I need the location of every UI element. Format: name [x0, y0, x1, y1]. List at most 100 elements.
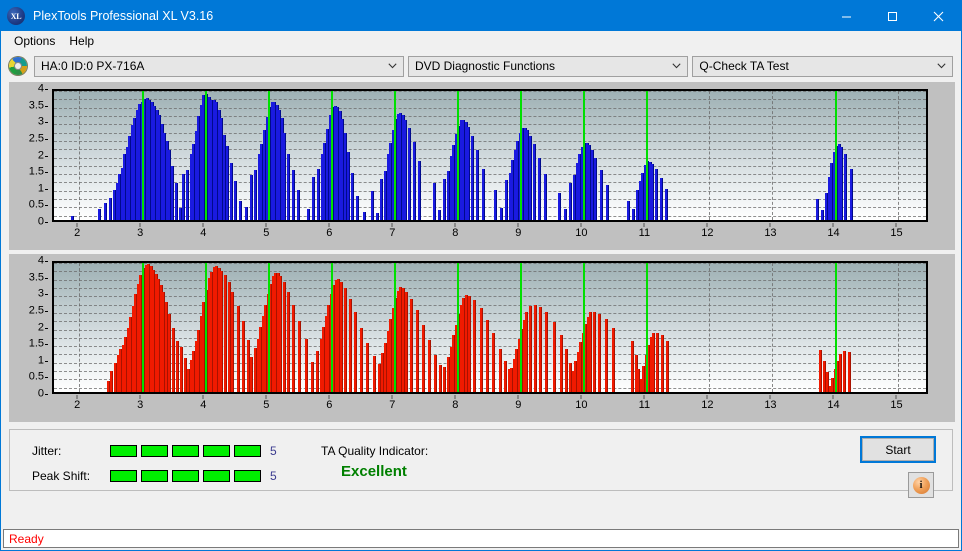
- meter-block: [141, 445, 168, 457]
- maximize-button[interactable]: [869, 1, 915, 31]
- gridline-horizontal: [54, 346, 926, 347]
- marker-line: [142, 263, 144, 392]
- gridline-vertical: [772, 91, 773, 220]
- gridline-vertical: [898, 263, 899, 392]
- gridline-horizontal: [54, 99, 926, 100]
- x-axis-tick-label: 6: [326, 227, 332, 239]
- x-axis-tick: [329, 395, 330, 399]
- chart-bar: [360, 328, 363, 392]
- y-axis-tick: [45, 394, 48, 395]
- x-axis-tick-label: 6: [326, 399, 332, 411]
- gridline-vertical: [709, 91, 710, 220]
- menu-bar: Options Help: [1, 31, 961, 52]
- y-axis-tick-label: 2: [38, 150, 44, 161]
- meter-block: [110, 470, 137, 482]
- chart-bar: [356, 196, 359, 220]
- chart-bar: [287, 154, 290, 221]
- chart-bar: [848, 352, 851, 392]
- marker-line: [583, 91, 585, 220]
- gridline-horizontal: [54, 141, 926, 142]
- x-axis-tick-label: 7: [389, 399, 395, 411]
- marker-line: [268, 263, 270, 392]
- chart-bar: [223, 135, 226, 220]
- drive-select[interactable]: HA:0 ID:0 PX-716A: [34, 56, 404, 77]
- chart-bar: [661, 335, 664, 392]
- chart-bar: [71, 216, 74, 220]
- x-axis-tick-label: 3: [137, 227, 143, 239]
- x-axis-tick: [455, 223, 456, 227]
- optical-disc-icon: [9, 57, 27, 75]
- chart-bar: [594, 158, 597, 220]
- start-button[interactable]: Start: [862, 438, 934, 461]
- test-select-value: Q-Check TA Test: [699, 59, 933, 73]
- chart-bar: [544, 174, 547, 220]
- chart-bar: [428, 340, 431, 392]
- y-axis-tick-label: 0: [38, 389, 44, 400]
- x-axis-tick-label: 11: [639, 227, 650, 239]
- chevron-down-icon: [384, 57, 401, 76]
- chart-bar: [467, 127, 470, 220]
- x-axis-bottom: 23456789101112131415: [52, 397, 928, 417]
- meter-block: [172, 470, 199, 482]
- chart-bar: [405, 292, 408, 392]
- x-axis-tick: [581, 223, 582, 227]
- x-axis-tick: [392, 223, 393, 227]
- chart-bar: [500, 208, 503, 220]
- chart-bar: [839, 354, 842, 392]
- y-axis-tick-label: 2: [38, 322, 44, 333]
- chart-bar: [184, 358, 187, 392]
- x-axis-tick-label: 11: [639, 399, 650, 411]
- test-select[interactable]: Q-Check TA Test: [692, 56, 953, 77]
- chart-bar: [504, 361, 507, 392]
- x-axis-tick: [266, 395, 267, 399]
- x-axis-tick-label: 4: [200, 227, 206, 239]
- info-button[interactable]: i: [908, 472, 934, 498]
- close-button[interactable]: [915, 1, 961, 31]
- chart-bar: [231, 292, 234, 392]
- gridline-horizontal: [54, 108, 926, 109]
- minimize-button[interactable]: [823, 1, 869, 31]
- gridline-horizontal: [54, 296, 926, 297]
- gridline-vertical: [709, 263, 710, 392]
- chart-bar: [179, 208, 182, 220]
- chart-bar: [297, 190, 300, 220]
- chart-bar: [312, 177, 315, 220]
- chart-bar: [651, 164, 654, 220]
- chart-bar: [239, 201, 242, 220]
- x-axis-tick: [203, 395, 204, 399]
- chart-bar: [242, 321, 245, 392]
- gridline-horizontal: [54, 124, 926, 125]
- chart-bar: [631, 341, 634, 392]
- y-axis-tick: [45, 122, 48, 123]
- chart-bar: [418, 161, 421, 220]
- chart-bar: [565, 349, 568, 392]
- y-axis-top: 00.511.522.533.54: [10, 89, 48, 222]
- window-title: PlexTools Professional XL V3.16: [33, 9, 823, 23]
- function-select[interactable]: DVD Diagnostic Functions: [408, 56, 688, 77]
- x-axis-tick-label: 9: [515, 227, 521, 239]
- chart-bar: [632, 209, 635, 220]
- chart-bar: [347, 152, 350, 220]
- chart-bar: [180, 347, 183, 392]
- x-axis-tick-label: 2: [74, 399, 80, 411]
- chart-bar: [589, 312, 592, 392]
- x-axis-top: 23456789101112131415: [52, 225, 928, 245]
- chart-bar: [843, 351, 846, 392]
- info-icon: i: [913, 477, 930, 494]
- gridline-horizontal: [54, 149, 926, 150]
- chart-bar: [413, 142, 416, 220]
- x-axis-tick: [833, 223, 834, 227]
- chart-bar: [182, 174, 185, 220]
- menu-item-help[interactable]: Help: [62, 32, 101, 50]
- chart-bar: [505, 180, 508, 220]
- gridline-horizontal: [54, 288, 926, 289]
- y-axis-tick-label: 3.5: [29, 100, 44, 111]
- y-axis-tick-label: 0.5: [29, 200, 44, 211]
- meter-block: [203, 445, 230, 457]
- chart-bar: [560, 335, 563, 392]
- x-axis-tick-label: 13: [764, 399, 776, 411]
- menu-item-options[interactable]: Options: [7, 32, 62, 50]
- chart-bar: [283, 282, 286, 392]
- chart-bar: [600, 170, 603, 220]
- chart-bar: [287, 292, 290, 392]
